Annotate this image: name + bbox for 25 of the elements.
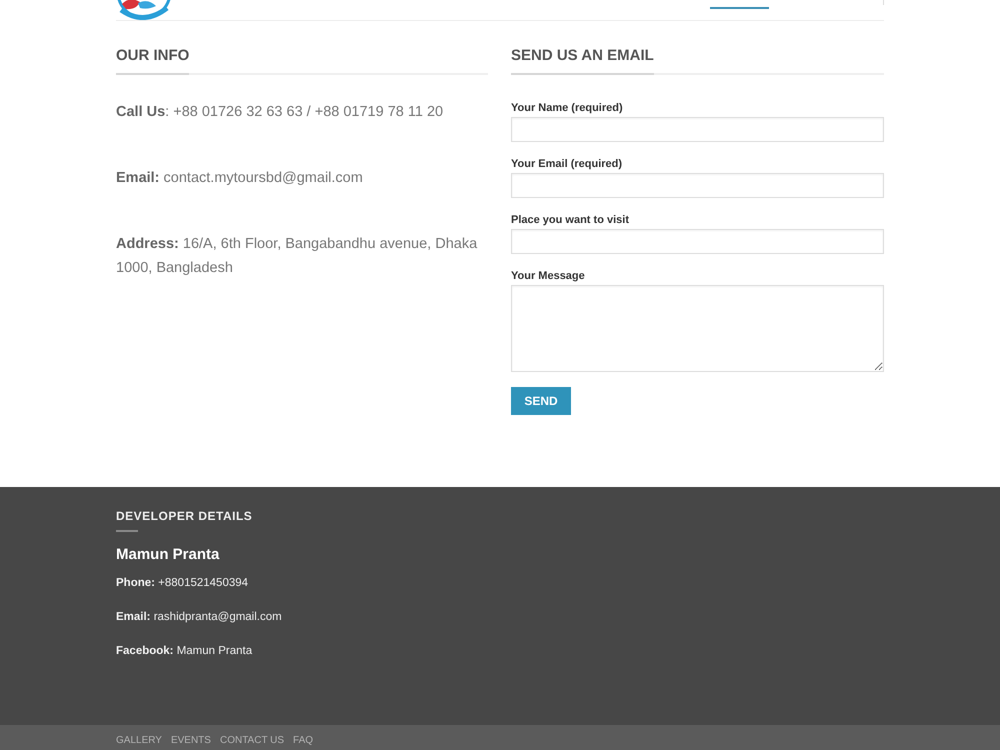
- input-field[interactable]: [511, 173, 884, 198]
- developer-name: Mamun Pranta: [116, 545, 220, 565]
- input-field[interactable]: [511, 229, 884, 254]
- footer-link[interactable]: FAQ: [293, 735, 314, 747]
- nav-active-indicator: [710, 7, 769, 9]
- message-field[interactable]: [511, 285, 884, 372]
- footer-link[interactable]: EVENTS: [170, 735, 211, 747]
- developer-contact-text: Email: rashidpranta@gmail.com: [116, 610, 282, 625]
- field-label: Your Message: [511, 269, 586, 283]
- developer-contact-text: Phone: +8801521450394: [116, 576, 248, 591]
- contact-info-text: Call Us: +88 01726 32 63 63 / +88 01719 78 11 20: [116, 103, 444, 122]
- developer-contact-text: Facebook: Mamun Pranta: [116, 644, 252, 659]
- field-label: Your Name (required): [511, 101, 624, 115]
- input-field[interactable]: [511, 117, 884, 142]
- footer-heading: DEVELOPER DETAILS: [116, 509, 252, 523]
- footer-link[interactable]: GALLERY: [116, 735, 162, 747]
- field-label: Place you want to visit: [511, 213, 630, 227]
- send-button[interactable]: SEND: [511, 387, 571, 415]
- contact-info-text: Address: 16/A, 6th Floor, Bangabandhu avenue, Dhaka 1000, Bangladesh: [116, 235, 478, 278]
- logo[interactable]: [116, 0, 172, 20]
- field-label: Your Email (required): [511, 157, 624, 171]
- contact-info-text: Email: contact.mytoursbd@gmail.com: [116, 169, 364, 188]
- footer-link[interactable]: CONTACT US: [220, 735, 284, 747]
- section-heading: SEND US AN EMAIL: [511, 46, 654, 66]
- section-heading: OUR INFO: [116, 46, 190, 66]
